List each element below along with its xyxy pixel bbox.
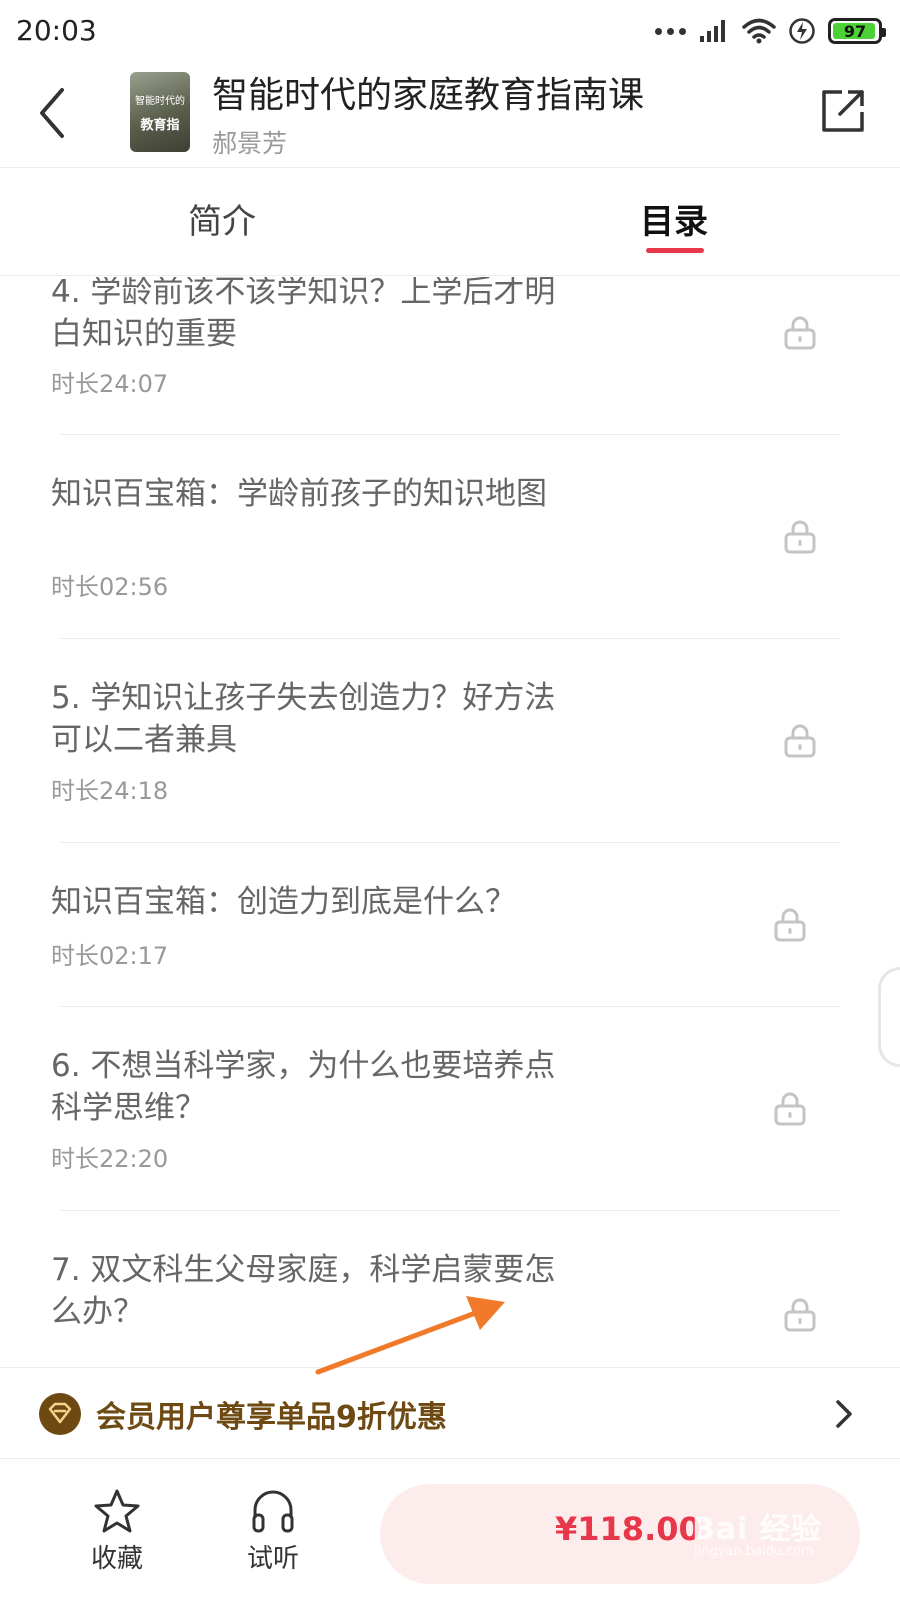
lesson-duration: 时长02:56	[51, 573, 169, 601]
lesson-title: 5. 学知识让孩子失去创造力？好方法可以二者兼具	[51, 680, 556, 758]
dots-icon	[655, 27, 686, 35]
tab-intro[interactable]: 简介	[188, 194, 256, 243]
trial-listen-label: 试听	[246, 1544, 299, 1574]
battery-icon: 97	[828, 18, 886, 44]
status-time: 20:03	[16, 14, 97, 47]
lock-icon	[774, 908, 806, 942]
lesson-item[interactable]: 4. 学龄前该不该学知识？上学后才明白知识的重要 时长24:07	[0, 277, 900, 434]
status-bar: 20:03 97	[0, 0, 900, 62]
chevron-right-icon	[836, 1400, 852, 1428]
course-cover-image: 智能时代的 教育指	[130, 72, 190, 152]
course-title: 智能时代的家庭教育指南课	[212, 75, 645, 116]
back-button[interactable]	[30, 82, 76, 144]
lesson-item[interactable]: 6. 不想当科学家，为什么也要培养点科学思维？ 时长22:20	[0, 1007, 900, 1211]
active-tab-indicator	[646, 248, 704, 253]
header: 智能时代的 教育指 智能时代的家庭教育指南课 郝景芳	[0, 62, 900, 168]
tab-bar: 简介 目录	[0, 168, 900, 276]
lesson-item[interactable]: 知识百宝箱：创造力到底是什么？ 时长02:17	[0, 843, 900, 1007]
tab-catalog[interactable]: 目录	[640, 194, 708, 243]
bottom-action-bar: 收藏 试听 ¥118.00 Bai 经验 jingyan.baidu.com	[0, 1460, 900, 1600]
course-author: 郝景芳	[212, 129, 288, 158]
headphones-icon	[252, 1490, 294, 1533]
cover-text-line2: 教育指	[140, 118, 180, 133]
favorite-button[interactable]: 收藏	[72, 1488, 162, 1575]
price-label: ¥118.00	[555, 1510, 701, 1548]
lesson-item[interactable]: 知识百宝箱：学龄前孩子的知识地图 时长02:56	[0, 435, 900, 639]
lesson-duration: 时长24:18	[51, 777, 169, 805]
lesson-title: 6. 不想当科学家，为什么也要培养点科学思维？	[51, 1048, 556, 1126]
lock-icon	[784, 520, 816, 554]
signal-icon	[700, 20, 725, 42]
lesson-duration: 时长22:20	[51, 1145, 169, 1173]
lock-icon	[774, 1092, 806, 1126]
lesson-item[interactable]: 7. 双文科生父母家庭，科学启蒙要怎么办？	[0, 1211, 900, 1367]
vip-diamond-icon	[39, 1393, 81, 1435]
lesson-duration: 时长02:17	[51, 942, 169, 970]
lesson-title: 4. 学龄前该不该学知识？上学后才明白知识的重要	[51, 277, 556, 352]
side-scroll-handle[interactable]	[878, 967, 900, 1067]
status-icons: 97	[655, 14, 886, 48]
lesson-duration: 时长24:07	[51, 370, 169, 398]
lesson-list[interactable]: 4. 学龄前该不该学知识？上学后才明白知识的重要 时长24:07 知识百宝箱：学…	[0, 277, 900, 1367]
charging-icon	[789, 18, 815, 44]
favorite-label: 收藏	[90, 1544, 143, 1574]
lock-icon	[784, 1298, 816, 1332]
member-discount-text: 会员用户尊享单品9折优惠	[96, 1400, 447, 1435]
lesson-title: 知识百宝箱：学龄前孩子的知识地图	[51, 476, 547, 512]
member-discount-bar[interactable]: 会员用户尊享单品9折优惠	[0, 1367, 900, 1459]
lesson-title: 知识百宝箱：创造力到底是什么？	[51, 884, 516, 920]
star-icon	[94, 1489, 140, 1533]
watermark-logo: Bai 经验	[692, 1512, 822, 1547]
share-icon[interactable]	[818, 86, 868, 136]
battery-level: 97	[843, 21, 867, 41]
watermark-url: jingyan.baidu.com	[694, 1544, 814, 1559]
cover-text-line1: 智能时代的	[135, 96, 185, 107]
lock-icon	[784, 316, 816, 350]
lesson-title: 7. 双文科生父母家庭，科学启蒙要怎么办？	[51, 1252, 556, 1330]
wifi-icon	[742, 18, 776, 44]
lesson-item[interactable]: 5. 学知识让孩子失去创造力？好方法可以二者兼具 时长24:18	[0, 639, 900, 843]
trial-listen-button[interactable]: 试听	[228, 1488, 318, 1575]
lock-icon	[784, 724, 816, 758]
